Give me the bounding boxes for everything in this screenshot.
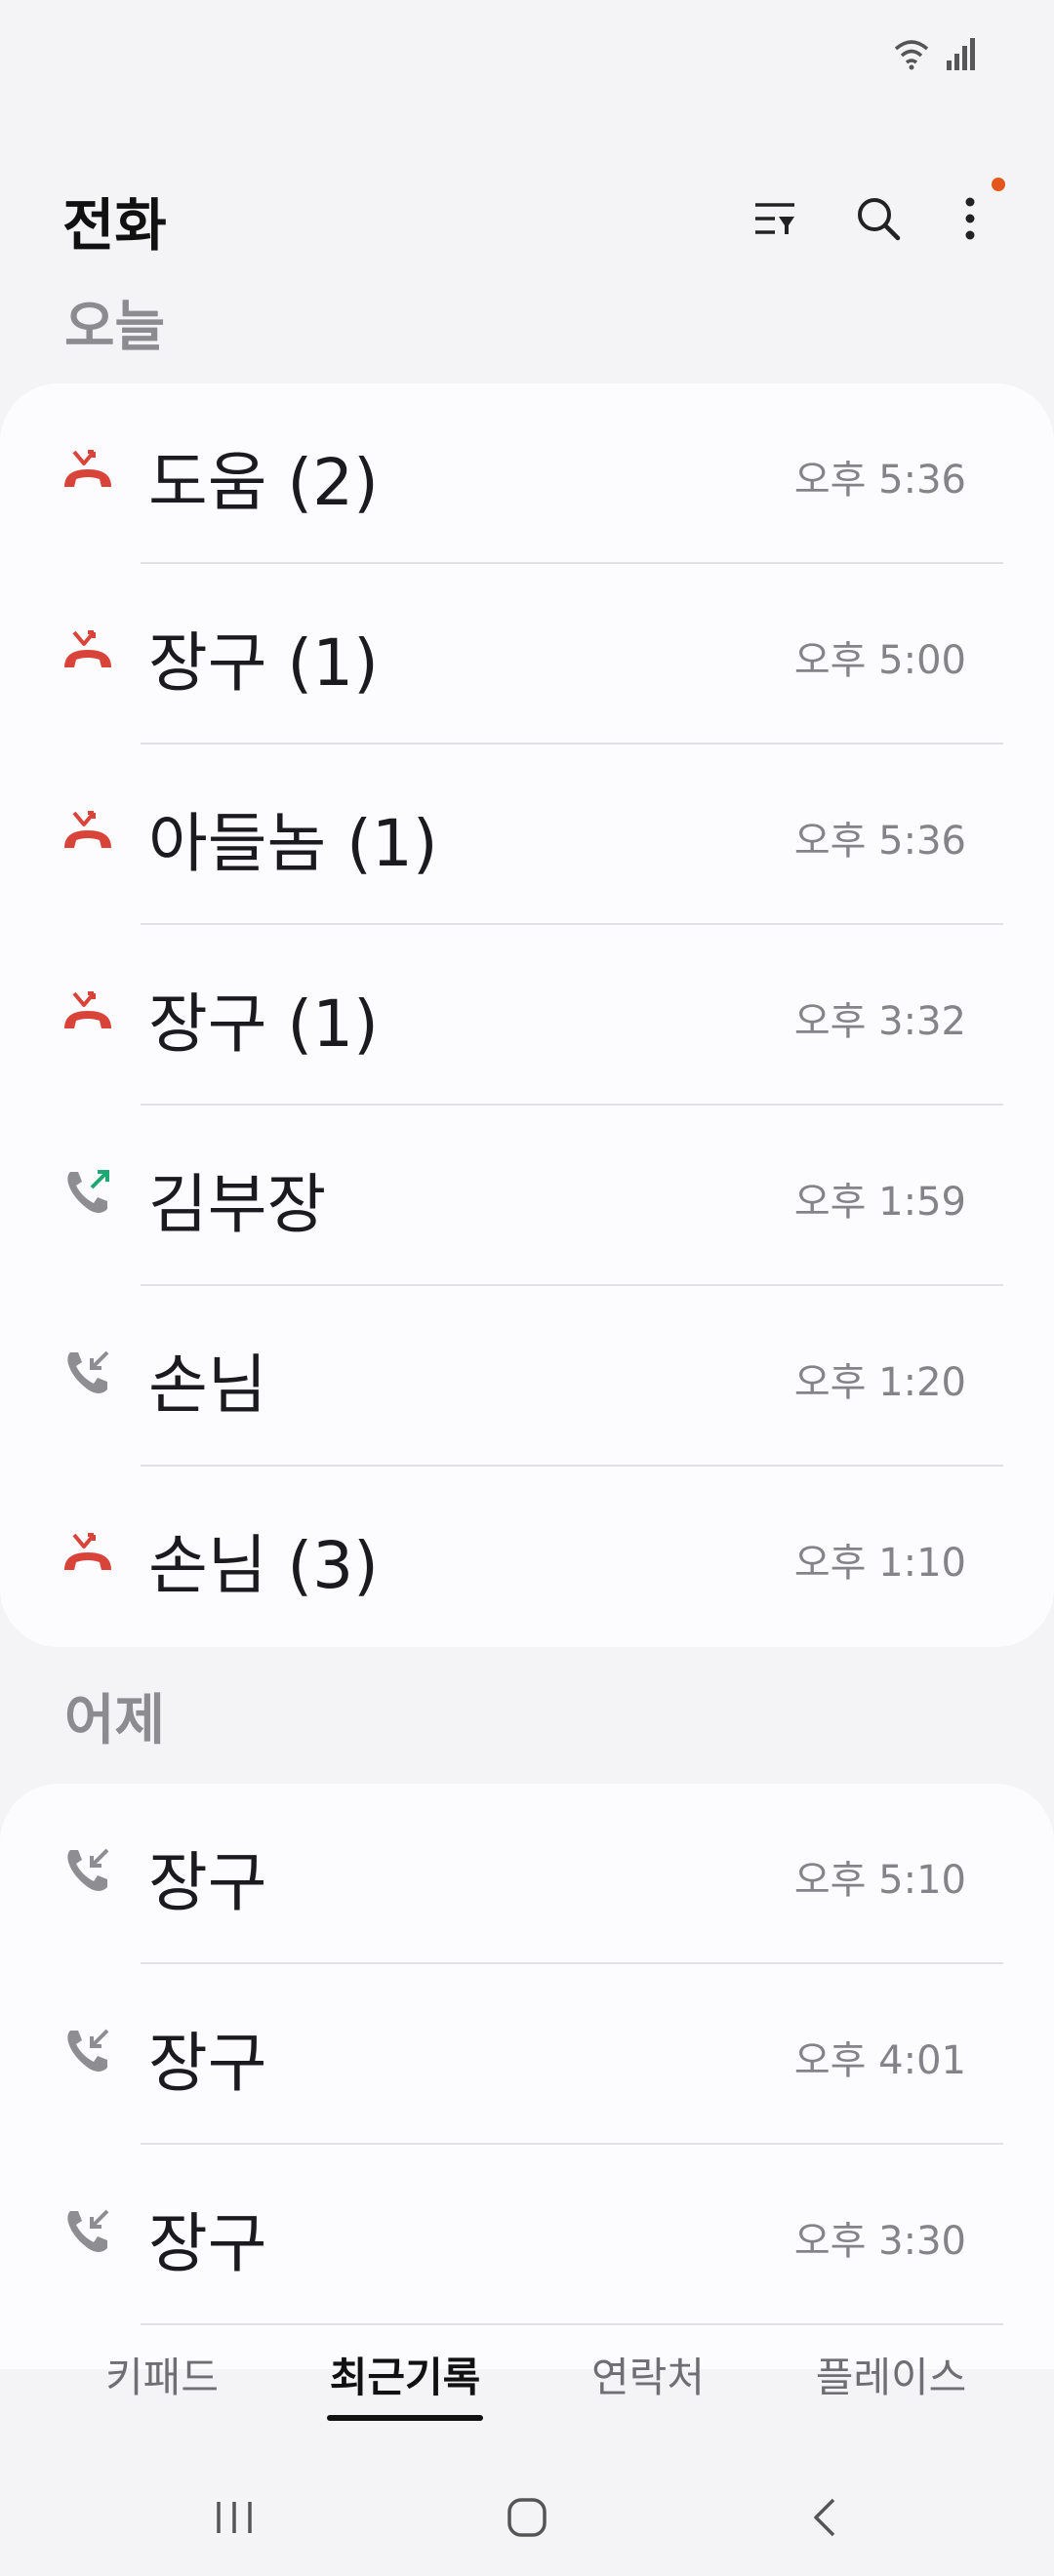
tab-contacts[interactable]: 연락처 bbox=[591, 2345, 705, 2404]
app-header: 전화 bbox=[0, 166, 1054, 263]
incoming-call-icon bbox=[61, 1844, 115, 1899]
section-title-today: 오늘 bbox=[64, 296, 166, 359]
recent-apps-button[interactable] bbox=[195, 2488, 273, 2547]
system-nav-bar bbox=[0, 2459, 1054, 2576]
tab-recents[interactable]: 최근기록 bbox=[330, 2345, 481, 2404]
caller-name: 손님 (3) bbox=[148, 1528, 379, 1603]
call-time: 오후 1:10 bbox=[793, 1541, 966, 1586]
incoming-call-icon bbox=[61, 2025, 115, 2079]
call-time: 오후 4:01 bbox=[793, 2038, 966, 2083]
call-log-item[interactable]: 장구 오후 4:01 bbox=[0, 1964, 1054, 2145]
call-log-item[interactable]: 김부장 오후 1:59 bbox=[0, 1106, 1054, 1286]
wifi-icon bbox=[894, 40, 929, 70]
call-log-item[interactable]: 장구 (1) 오후 3:32 bbox=[0, 925, 1054, 1106]
call-log-item[interactable]: 장구 오후 5:10 bbox=[0, 1784, 1054, 1964]
calls-card-today: 도움 (2) 오후 5:36 장구 (1) 오후 5:00 아들놈 (1) 오후 5:36… bbox=[0, 383, 1054, 1647]
back-icon bbox=[814, 2498, 835, 2537]
call-time: 오후 3:32 bbox=[793, 999, 966, 1044]
page-title: 전화 bbox=[62, 192, 167, 259]
call-time: 오후 5:36 bbox=[793, 458, 966, 503]
notification-dot bbox=[992, 178, 1005, 191]
missed-call-icon bbox=[61, 624, 115, 679]
home-button[interactable] bbox=[488, 2488, 566, 2547]
more-vertical-icon bbox=[965, 197, 975, 240]
search-icon bbox=[858, 198, 901, 241]
caller-name: 장구 bbox=[148, 2206, 267, 2281]
call-log-item[interactable]: 손님 오후 1:20 bbox=[0, 1286, 1054, 1467]
missed-call-icon bbox=[61, 986, 115, 1040]
call-log-item[interactable]: 장구 (1) 오후 5:00 bbox=[0, 564, 1054, 745]
caller-name: 도움 (2) bbox=[148, 445, 379, 520]
caller-name: 장구 (1) bbox=[148, 625, 379, 701]
caller-name: 장구 bbox=[148, 2026, 267, 2101]
section-title-yesterday: 어제 bbox=[64, 1689, 166, 1752]
tab-places[interactable]: 플레이스 bbox=[816, 2345, 967, 2404]
caller-name: 손님 bbox=[148, 1348, 267, 1423]
call-log-item[interactable]: 장구 오후 3:30 bbox=[0, 2145, 1054, 2325]
tab-keypad[interactable]: 키패드 bbox=[105, 2345, 219, 2404]
home-icon bbox=[507, 2498, 547, 2537]
recent-apps-icon bbox=[217, 2502, 252, 2533]
call-time: 오후 1:59 bbox=[793, 1180, 966, 1225]
back-button[interactable] bbox=[786, 2488, 864, 2547]
more-options-button[interactable] bbox=[939, 187, 1001, 250]
incoming-call-icon bbox=[61, 2205, 115, 2260]
call-time: 오후 1:20 bbox=[793, 1360, 966, 1405]
incoming-call-icon bbox=[61, 1347, 115, 1401]
signal-icon bbox=[947, 38, 975, 70]
caller-name: 장구 (1) bbox=[148, 986, 379, 1062]
missed-call-icon bbox=[61, 805, 115, 860]
call-log-item[interactable]: 아들놈 (1) 오후 5:36 bbox=[0, 745, 1054, 925]
filter-icon bbox=[755, 203, 794, 234]
filter-button[interactable] bbox=[744, 187, 806, 250]
call-time: 오후 5:00 bbox=[793, 638, 966, 683]
call-time: 오후 5:36 bbox=[793, 819, 966, 864]
missed-call-icon bbox=[61, 444, 115, 499]
call-log-item[interactable]: 도움 (2) 오후 5:36 bbox=[0, 383, 1054, 564]
outgoing-call-icon bbox=[61, 1166, 115, 1221]
caller-name: 장구 bbox=[148, 1845, 267, 1920]
status-bar bbox=[0, 0, 1054, 107]
call-time: 오후 5:10 bbox=[793, 1858, 966, 1903]
calls-card-yesterday: 장구 오후 5:10 장구 오후 4:01 장구 오후 3:30 bbox=[0, 1784, 1054, 2369]
row-divider bbox=[141, 2323, 1003, 2325]
missed-call-icon bbox=[61, 1527, 115, 1582]
call-log-item[interactable]: 손님 (3) 오후 1:10 bbox=[0, 1467, 1054, 1647]
search-button[interactable] bbox=[847, 187, 910, 250]
bottom-tab-bar: 키패드 최근기록 연락처 플레이스 bbox=[0, 2327, 1054, 2435]
call-time: 오후 3:30 bbox=[793, 2219, 966, 2264]
caller-name: 아들놈 (1) bbox=[148, 806, 438, 881]
active-tab-indicator bbox=[327, 2415, 483, 2421]
caller-name: 김부장 bbox=[148, 1167, 327, 1242]
